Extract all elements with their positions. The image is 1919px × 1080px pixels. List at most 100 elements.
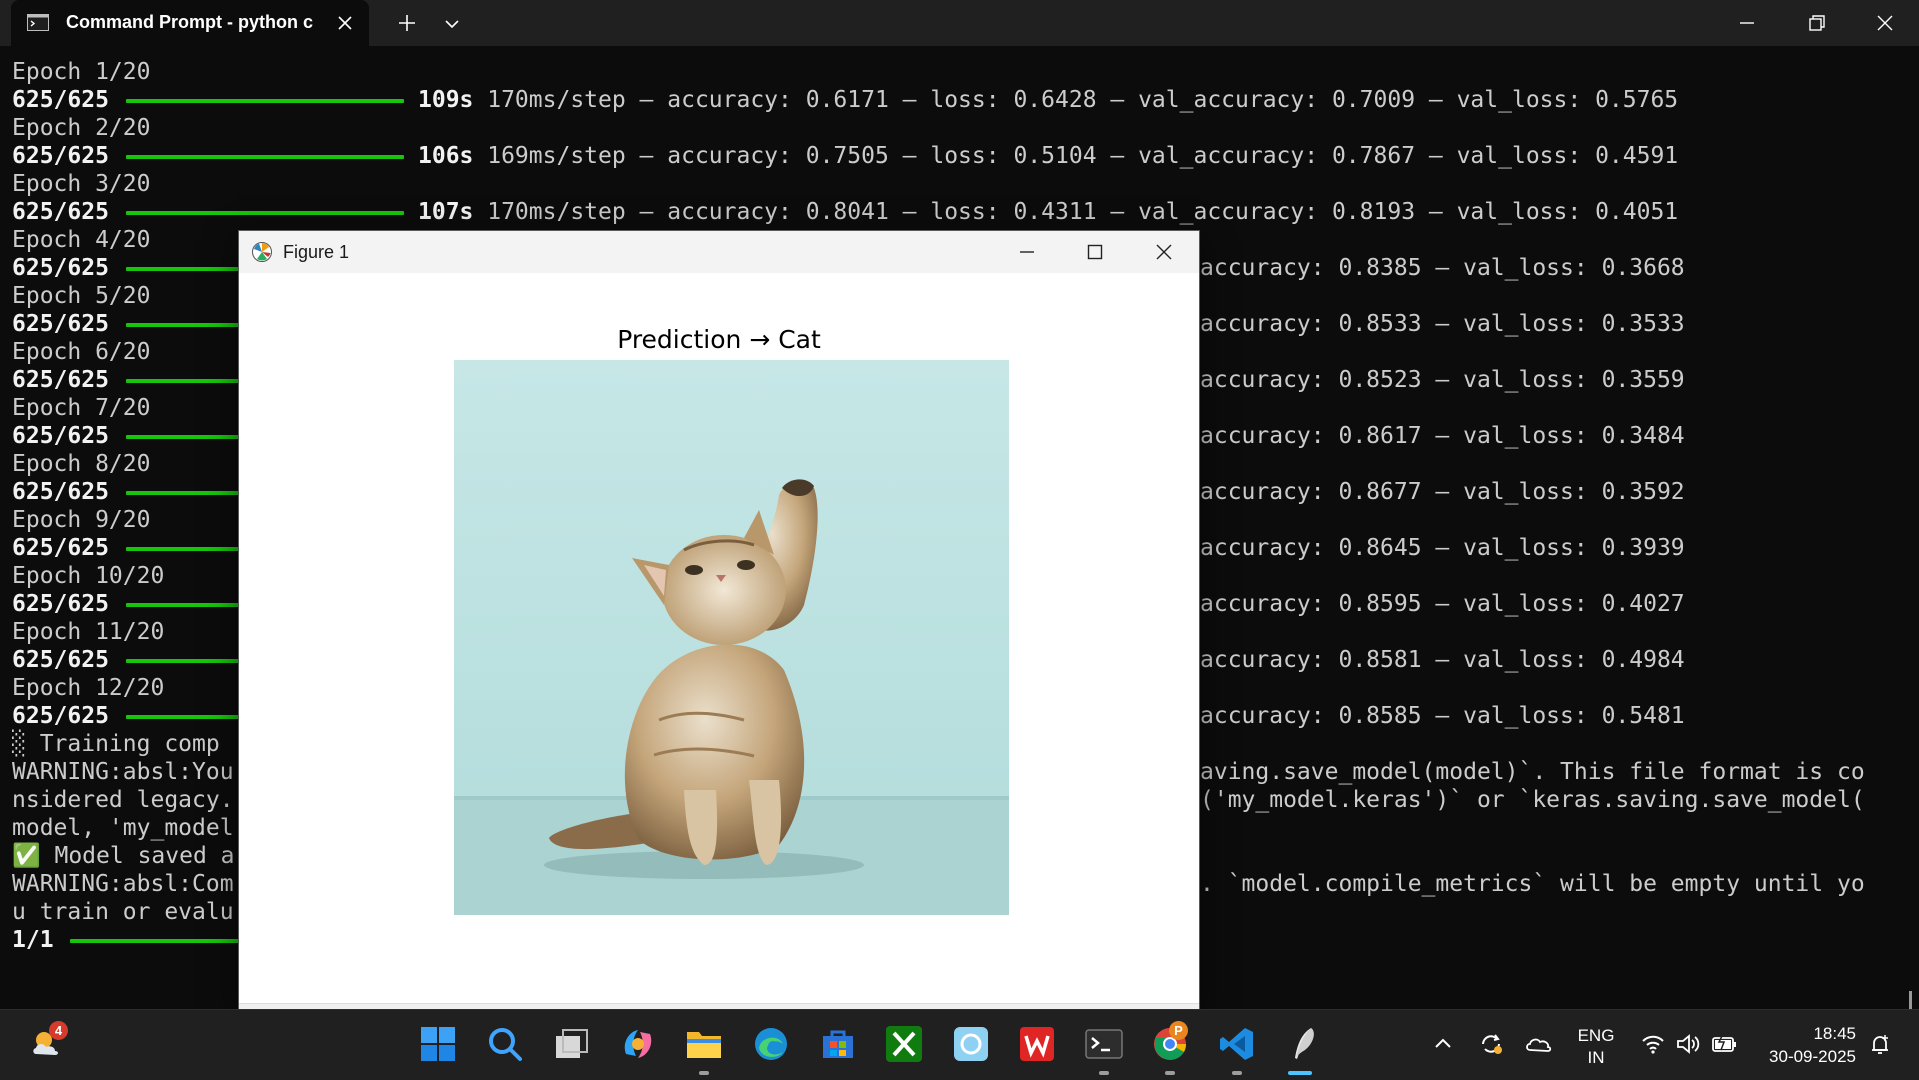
plot-title: Prediction → Cat [617,325,821,354]
chevron-down-icon[interactable] [440,12,464,36]
terminal-line: nsidered legacy. [12,787,234,813]
epoch-metrics-visible: accuracy: 0.8585 – val_loss: 0.5481 [1200,703,1685,729]
terminal-line-right: ('my_model.keras')` or `keras.saving.sav… [1200,787,1865,813]
progress-bar [70,939,240,943]
restore-icon[interactable] [1803,11,1829,35]
epoch-header: Epoch 9/20 [12,507,151,533]
chrome-profile-badge: P [1169,1021,1188,1040]
epoch-metrics-visible: accuracy: 0.8523 – val_loss: 0.3559 [1200,367,1685,393]
input-language[interactable]: ENG [1568,1026,1624,1046]
wifi-icon[interactable] [1639,1030,1667,1058]
epoch-header: Epoch 3/20 [12,171,151,197]
epoch-metrics-visible: accuracy: 0.8581 – val_loss: 0.4984 [1200,647,1685,673]
epoch-steps: 625/625 [12,535,109,561]
epoch-steps: 625/625 [12,423,109,449]
plus-icon[interactable] [395,11,419,35]
photos-icon[interactable] [951,1024,991,1064]
task-view-icon[interactable] [551,1024,591,1064]
epoch-steps: 625/625 [12,647,109,673]
notification-icon[interactable] [1866,1030,1894,1058]
terminal-line: WARNING:absl:You [12,759,234,785]
epoch-header: Epoch 7/20 [12,395,151,421]
cat-photo [454,360,1009,915]
edge-icon[interactable] [751,1024,791,1064]
clock-time[interactable]: 18:45 [1813,1024,1856,1044]
epoch-steps: 625/625 [12,479,109,505]
progress-bar [126,211,404,215]
chevron-up-icon[interactable] [1429,1030,1457,1058]
epoch-steps: 625/625 [12,143,109,169]
search-icon[interactable] [485,1024,525,1064]
minimize-icon[interactable] [1734,11,1760,35]
close-icon[interactable] [1872,11,1898,35]
onedrive-icon[interactable] [1524,1030,1552,1058]
epoch-metrics: 107s 170ms/step – accuracy: 0.8041 – los… [418,199,1679,225]
tab-command-prompt[interactable]: Command Prompt - python c [11,0,369,46]
scrollbar-thumb[interactable] [1909,991,1912,1009]
progress-bar [126,323,241,327]
terminal-line-right: . `model.compile_metrics` will be empty … [1200,871,1865,897]
figure-window[interactable]: Figure 1 Prediction → Cat [238,230,1200,1011]
epoch-steps: 625/625 [12,255,109,281]
xbox-icon[interactable] [884,1024,924,1064]
progress-bar [126,659,241,663]
progress-bar [126,715,241,719]
epoch-metrics-visible: accuracy: 0.8595 – val_loss: 0.4027 [1200,591,1685,617]
epoch-metrics: 106s 169ms/step – accuracy: 0.7505 – los… [418,143,1679,169]
epoch-metrics-visible: accuracy: 0.8677 – val_loss: 0.3592 [1200,479,1685,505]
epoch-header: Epoch 11/20 [12,619,165,645]
close-icon[interactable] [1152,240,1176,264]
progress-bar [126,267,241,271]
epoch-metrics-visible: accuracy: 0.8385 – val_loss: 0.3668 [1200,255,1685,281]
python-feather-icon[interactable] [1283,1024,1323,1064]
terminal-tab-icon [27,14,49,31]
epoch-header: Epoch 4/20 [12,227,151,253]
epoch-metrics: 109s 170ms/step – accuracy: 0.6171 – los… [418,87,1679,113]
vscode-icon[interactable] [1217,1024,1257,1064]
terminal-line-right: aving.save_model(model)`. This file form… [1200,759,1865,785]
maximize-icon[interactable] [1083,240,1107,264]
epoch-steps: 625/625 [12,199,109,225]
python-running-indicator [1288,1071,1312,1075]
chrome-running-indicator [1165,1071,1175,1075]
epoch-header: Epoch 8/20 [12,451,151,477]
progress-bar [126,99,404,103]
battery-icon[interactable] [1710,1030,1738,1058]
taskbar: 4 P ENG IN 18:45 30-09-2025 [0,1009,1919,1080]
epoch-steps: 625/625 [12,87,109,113]
progress-bar [126,547,241,551]
figure-title: Figure 1 [283,242,350,262]
input-region[interactable]: IN [1568,1048,1624,1068]
figure-canvas[interactable]: Prediction → Cat [239,273,1199,1003]
figure-title-bar[interactable]: Figure 1 [239,231,1199,273]
close-icon[interactable] [333,11,357,35]
copilot-icon[interactable] [618,1024,658,1064]
terminal-line: 1/1 [12,927,54,953]
minimize-icon[interactable] [1015,240,1039,264]
microsoft-store-icon[interactable] [818,1024,858,1064]
progress-bar [126,155,404,159]
epoch-steps: 625/625 [12,311,109,337]
terminal-line: model, 'my_model [12,815,234,841]
terminal-line: WARNING:absl:Com [12,871,234,897]
clock-date[interactable]: 30-09-2025 [1769,1047,1856,1067]
file-explorer-icon[interactable] [684,1024,724,1064]
weather-badge: 4 [49,1021,68,1040]
epoch-steps: 625/625 [12,367,109,393]
epoch-metrics-visible: accuracy: 0.8533 – val_loss: 0.3533 [1200,311,1685,337]
wps-office-icon[interactable] [1017,1024,1057,1064]
epoch-steps: 625/625 [12,703,109,729]
epoch-steps: 625/625 [12,591,109,617]
epoch-header: Epoch 5/20 [12,283,151,309]
progress-bar [126,603,241,607]
windows-start-icon[interactable] [418,1024,458,1064]
volume-icon[interactable] [1674,1030,1702,1058]
epoch-metrics-visible: accuracy: 0.8645 – val_loss: 0.3939 [1200,535,1685,561]
epoch-header: Epoch 1/20 [12,59,151,85]
terminal-icon[interactable] [1084,1024,1124,1064]
epoch-header: Epoch 10/20 [12,563,165,589]
progress-bar [126,379,241,383]
vscode-running-indicator [1232,1071,1242,1075]
sync-icon[interactable] [1477,1030,1505,1058]
matplotlib-icon [251,241,273,263]
